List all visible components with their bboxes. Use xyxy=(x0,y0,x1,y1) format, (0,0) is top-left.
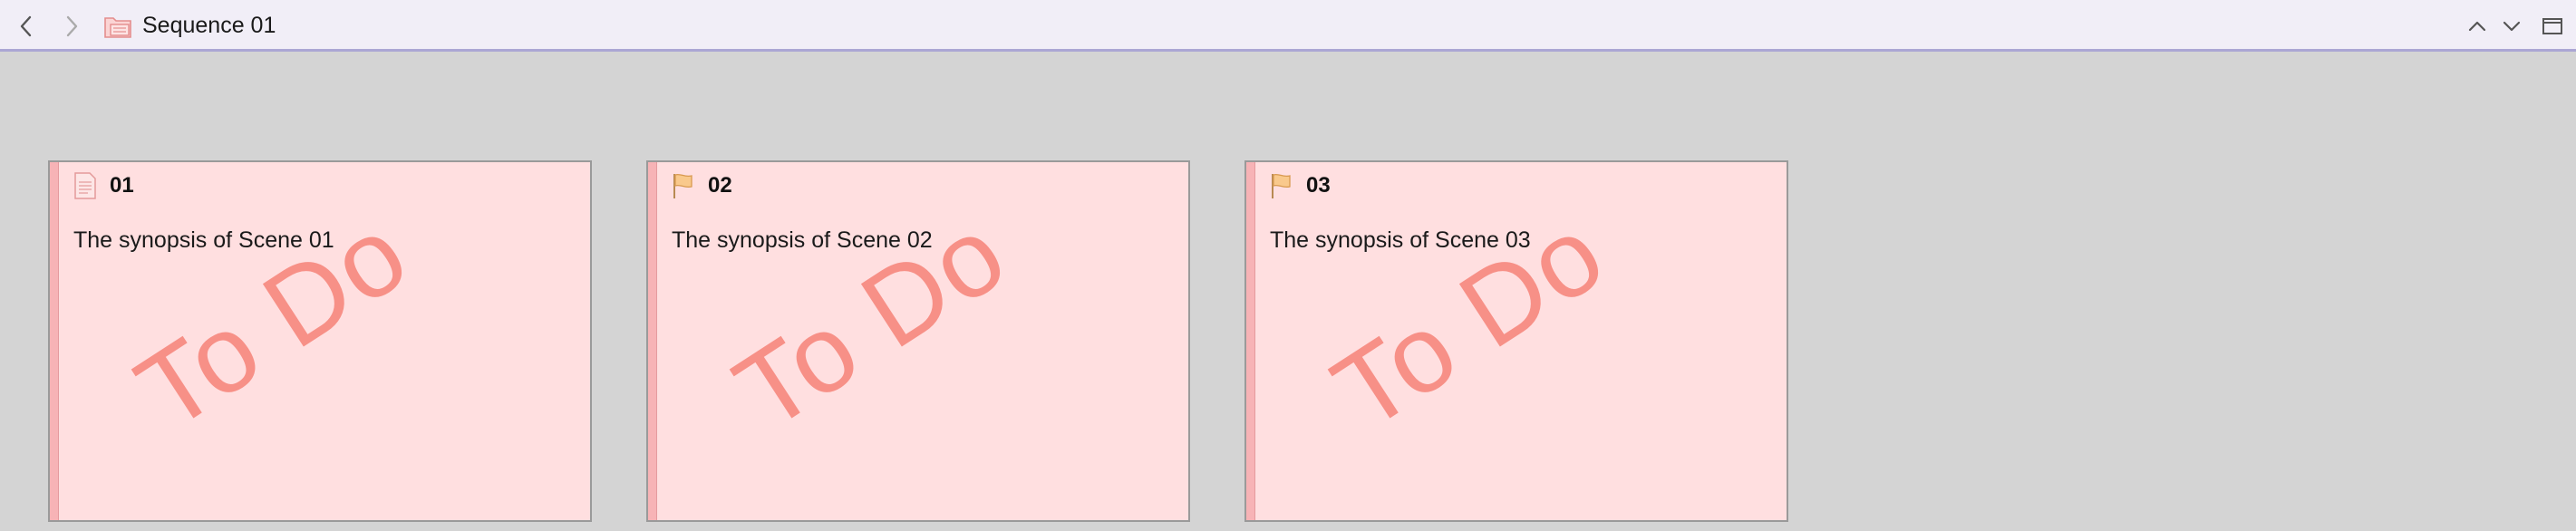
folder-icon xyxy=(104,16,131,38)
card-title[interactable]: 01 xyxy=(110,173,134,198)
corkboard[interactable]: 01 The synopsis of Scene 01 To Do 02 The… xyxy=(0,52,2576,531)
forward-button[interactable] xyxy=(56,0,87,52)
flag-icon xyxy=(1272,173,1291,198)
previous-document-button[interactable] xyxy=(2462,0,2493,52)
chevron-down-icon xyxy=(2503,21,2521,31)
index-card-01[interactable]: 01 The synopsis of Scene 01 To Do xyxy=(48,160,592,522)
back-button[interactable] xyxy=(11,0,42,52)
chevron-left-icon xyxy=(20,15,32,36)
index-card-02[interactable]: 02 The synopsis of Scene 02 To Do xyxy=(646,160,1190,522)
card-title[interactable]: 02 xyxy=(708,173,732,198)
document-icon xyxy=(74,172,96,199)
editor-header: Sequence 01 xyxy=(0,0,2576,52)
flag-icon xyxy=(673,173,692,198)
chevron-up-icon xyxy=(2468,21,2486,31)
maximize-icon xyxy=(2542,17,2562,34)
maximize-button[interactable] xyxy=(2536,0,2569,52)
card-title[interactable]: 03 xyxy=(1306,173,1331,198)
chevron-right-icon xyxy=(66,15,78,36)
next-document-button[interactable] xyxy=(2496,0,2527,52)
document-title: Sequence 01 xyxy=(142,13,276,38)
card-label-strip xyxy=(50,162,59,520)
card-label-strip xyxy=(648,162,657,520)
folder-icon-wrap xyxy=(102,0,134,52)
index-card-03[interactable]: 03 The synopsis of Scene 03 To Do xyxy=(1244,160,1788,522)
card-label-strip xyxy=(1246,162,1255,520)
